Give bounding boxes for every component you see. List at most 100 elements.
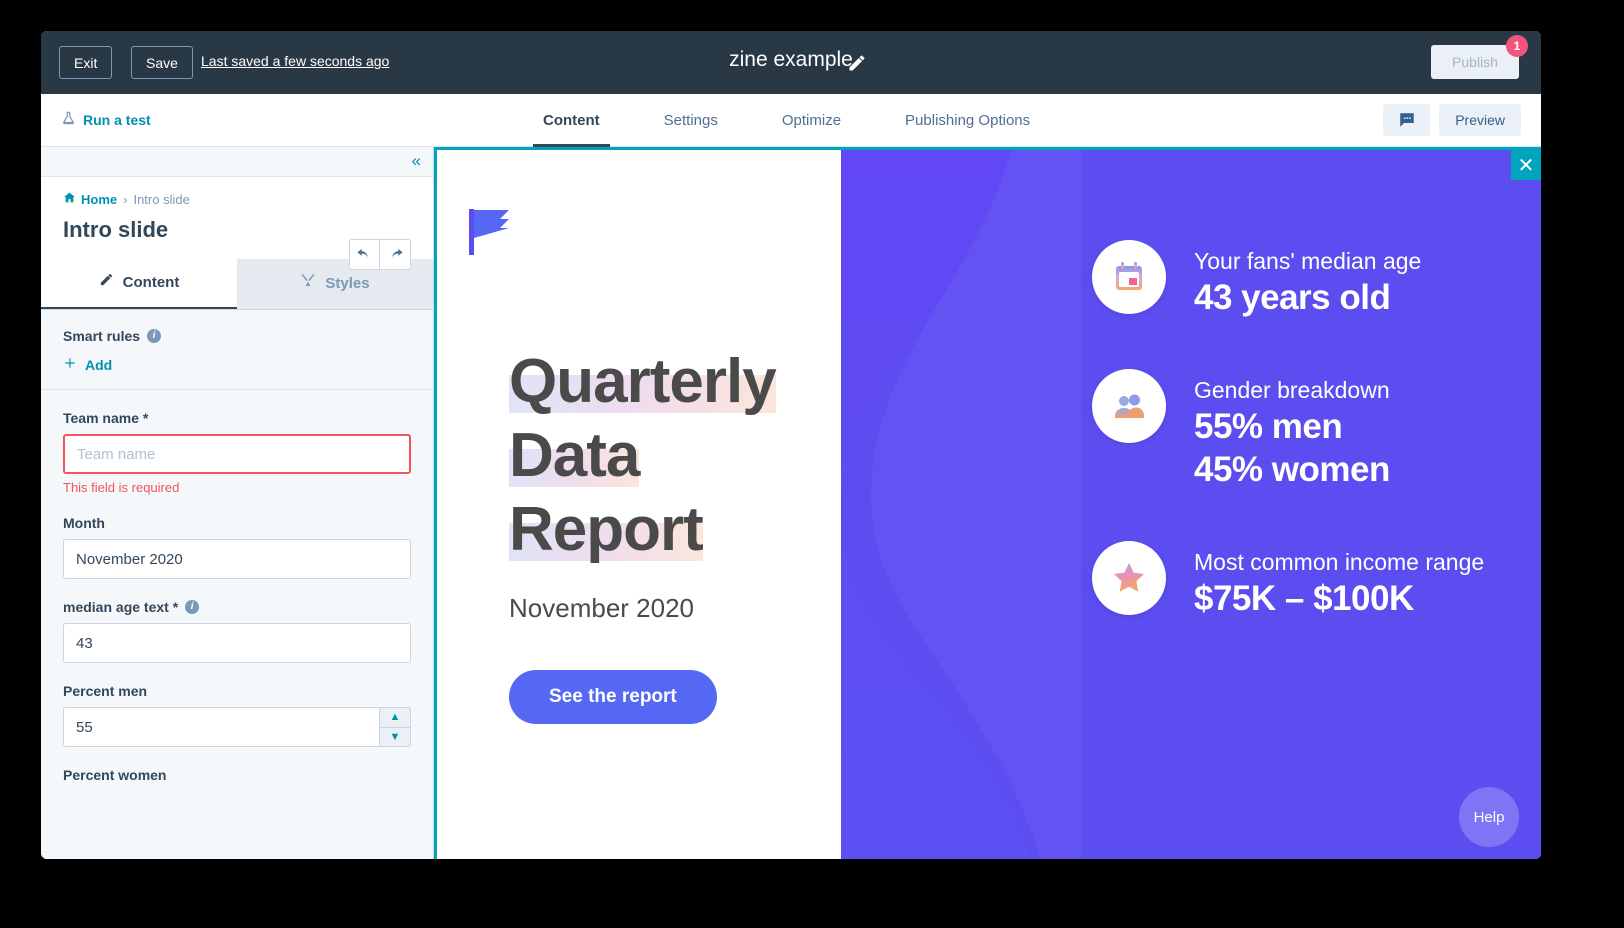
field-percent-men-label: Percent men <box>63 683 148 699</box>
breadcrumb-current: Intro slide <box>133 191 190 207</box>
field-team-name: Team name * This field is required <box>63 410 411 495</box>
smart-rules-add-label: Add <box>85 356 113 373</box>
breadcrumb-home-label: Home <box>81 191 118 207</box>
people-icon <box>1115 394 1144 418</box>
undo-redo-group <box>349 239 411 270</box>
stat-label: Most common income range <box>1194 549 1485 575</box>
tab-content[interactable]: Content <box>511 94 632 147</box>
stat-gender-breakdown: Gender breakdown 55% men 45% women <box>1092 369 1512 491</box>
field-percent-men: Percent men ▲ ▼ <box>63 683 411 747</box>
exit-button[interactable]: Exit <box>59 46 113 79</box>
stat-icon-circle <box>1092 240 1166 314</box>
slide-subtitle: November 2020 <box>509 593 694 623</box>
stepper-up-icon[interactable]: ▲ <box>380 708 410 728</box>
field-median-age-label-text: median age text * <box>63 599 179 615</box>
stat-value-secondary: 45% women <box>1194 450 1390 489</box>
stat-label: Gender breakdown <box>1194 377 1390 403</box>
headline-line-2-text: Data <box>509 421 640 490</box>
breadcrumb: Home › Intro slide <box>63 191 411 207</box>
info-icon[interactable]: i <box>147 329 162 343</box>
stat-median-age: Your fans' median age 43 years old <box>1092 240 1512 319</box>
field-month-label: Month <box>63 515 105 531</box>
star-icon <box>1114 563 1144 592</box>
month-input[interactable] <box>63 539 411 579</box>
pencil-icon[interactable] <box>847 53 867 73</box>
calendar-icon <box>1116 262 1142 290</box>
module-form: Team name * This field is required Month… <box>41 390 433 783</box>
paintbrush-icon <box>300 259 316 309</box>
field-month: Month <box>63 515 411 579</box>
breadcrumb-home[interactable]: Home <box>63 191 117 207</box>
nav-bar: Run a test Content Settings Optimize Pub… <box>41 94 1541 147</box>
field-median-age-label: median age text * i <box>63 599 411 615</box>
comment-bubble-icon[interactable] <box>1383 104 1431 136</box>
field-team-name-label: Team name * <box>63 410 149 426</box>
median-age-input[interactable] <box>63 623 411 663</box>
headline-line-1-text: Quarterly <box>509 347 777 416</box>
nav-tabs: Content Settings Optimize Publishing Opt… <box>511 94 1062 147</box>
field-percent-women-label: Percent women <box>63 767 167 783</box>
sidebar-collapse-bar: « <box>41 147 433 177</box>
slide-headline: Quarterly Data Report <box>509 345 929 567</box>
see-the-report-button[interactable]: See the report <box>509 670 717 724</box>
publish-badge: 1 <box>1506 35 1528 57</box>
top-bar: Exit Save Last saved a few seconds ago z… <box>41 31 1541 94</box>
smart-rules-text: Smart rules <box>63 328 141 344</box>
publish-button-wrapper: Publish 1 <box>1431 35 1528 79</box>
quantity-stepper: ▲ ▼ <box>379 707 411 747</box>
stat-value: 43 years old <box>1194 278 1391 317</box>
redo-arrow-icon[interactable] <box>380 239 411 270</box>
run-a-test-link[interactable]: Run a test <box>61 110 151 129</box>
pencil-icon <box>99 258 114 308</box>
team-name-input[interactable] <box>63 434 411 474</box>
smart-rules-section: Smart rules i Add <box>41 310 433 390</box>
close-x-icon[interactable]: ✕ <box>1511 150 1541 180</box>
breadcrumb-separator: › <box>123 191 128 207</box>
chevron-double-left-icon[interactable]: « <box>412 151 421 171</box>
app-window: Exit Save Last saved a few seconds ago z… <box>41 31 1541 859</box>
stat-text: Your fans' median age 43 years old <box>1194 240 1421 319</box>
sidebar-tab-content-label: Content <box>122 274 180 291</box>
home-icon <box>63 191 76 207</box>
stat-income-range: Most common income range $75K – $100K <box>1092 541 1512 620</box>
tab-publishing-options[interactable]: Publishing Options <box>873 94 1062 147</box>
stat-icon-circle <box>1092 369 1166 443</box>
percent-men-input[interactable] <box>63 707 411 747</box>
stat-value: 55% men <box>1194 407 1343 446</box>
headline-line-3-text: Report <box>509 495 704 564</box>
stat-icon-circle <box>1092 541 1166 615</box>
editor-sidebar: « Home › Intro slide Intro slide Content… <box>41 147 434 859</box>
slide-stats: Your fans' median age 43 years old Gende… <box>1092 240 1512 670</box>
info-icon[interactable]: i <box>185 600 200 614</box>
smart-rules-label: Smart rules i <box>63 328 411 344</box>
flag-icon <box>469 205 513 262</box>
plus-icon <box>63 356 77 373</box>
nav-right-actions: Preview <box>1383 104 1521 136</box>
stepper-down-icon[interactable]: ▼ <box>380 728 410 747</box>
headline-line-1: Quarterly <box>509 345 777 419</box>
smart-rules-add-button[interactable]: Add <box>63 356 411 373</box>
help-button[interactable]: Help <box>1459 787 1519 847</box>
stat-value: $75K – $100K <box>1194 579 1414 618</box>
stat-text: Most common income range $75K – $100K <box>1194 541 1484 620</box>
preview-canvas: ✕ Quarterly Data Report November 2020 Se… <box>434 147 1541 859</box>
headline-line-3: Report <box>509 493 704 567</box>
sidebar-tab-content[interactable]: Content <box>41 259 237 309</box>
last-saved-link[interactable]: Last saved a few seconds ago <box>201 53 389 69</box>
run-a-test-label: Run a test <box>83 111 151 128</box>
stat-text: Gender breakdown 55% men 45% women <box>1194 369 1390 491</box>
field-median-age-text: median age text * i <box>63 599 411 663</box>
tab-settings[interactable]: Settings <box>632 94 750 147</box>
preview-button[interactable]: Preview <box>1439 104 1521 136</box>
sidebar-header: Home › Intro slide Intro slide <box>41 177 433 270</box>
headline-line-2: Data <box>509 419 640 493</box>
field-percent-women: Percent women <box>63 767 411 783</box>
undo-arrow-icon[interactable] <box>349 239 380 270</box>
stat-label: Your fans' median age <box>1194 248 1422 274</box>
save-button[interactable]: Save <box>131 46 193 79</box>
slide: Quarterly Data Report November 2020 See … <box>437 150 1541 859</box>
tab-optimize[interactable]: Optimize <box>750 94 873 147</box>
percent-men-stepper-wrap: ▲ ▼ <box>63 707 411 747</box>
team-name-error: This field is required <box>63 480 180 495</box>
flask-icon <box>61 110 76 129</box>
